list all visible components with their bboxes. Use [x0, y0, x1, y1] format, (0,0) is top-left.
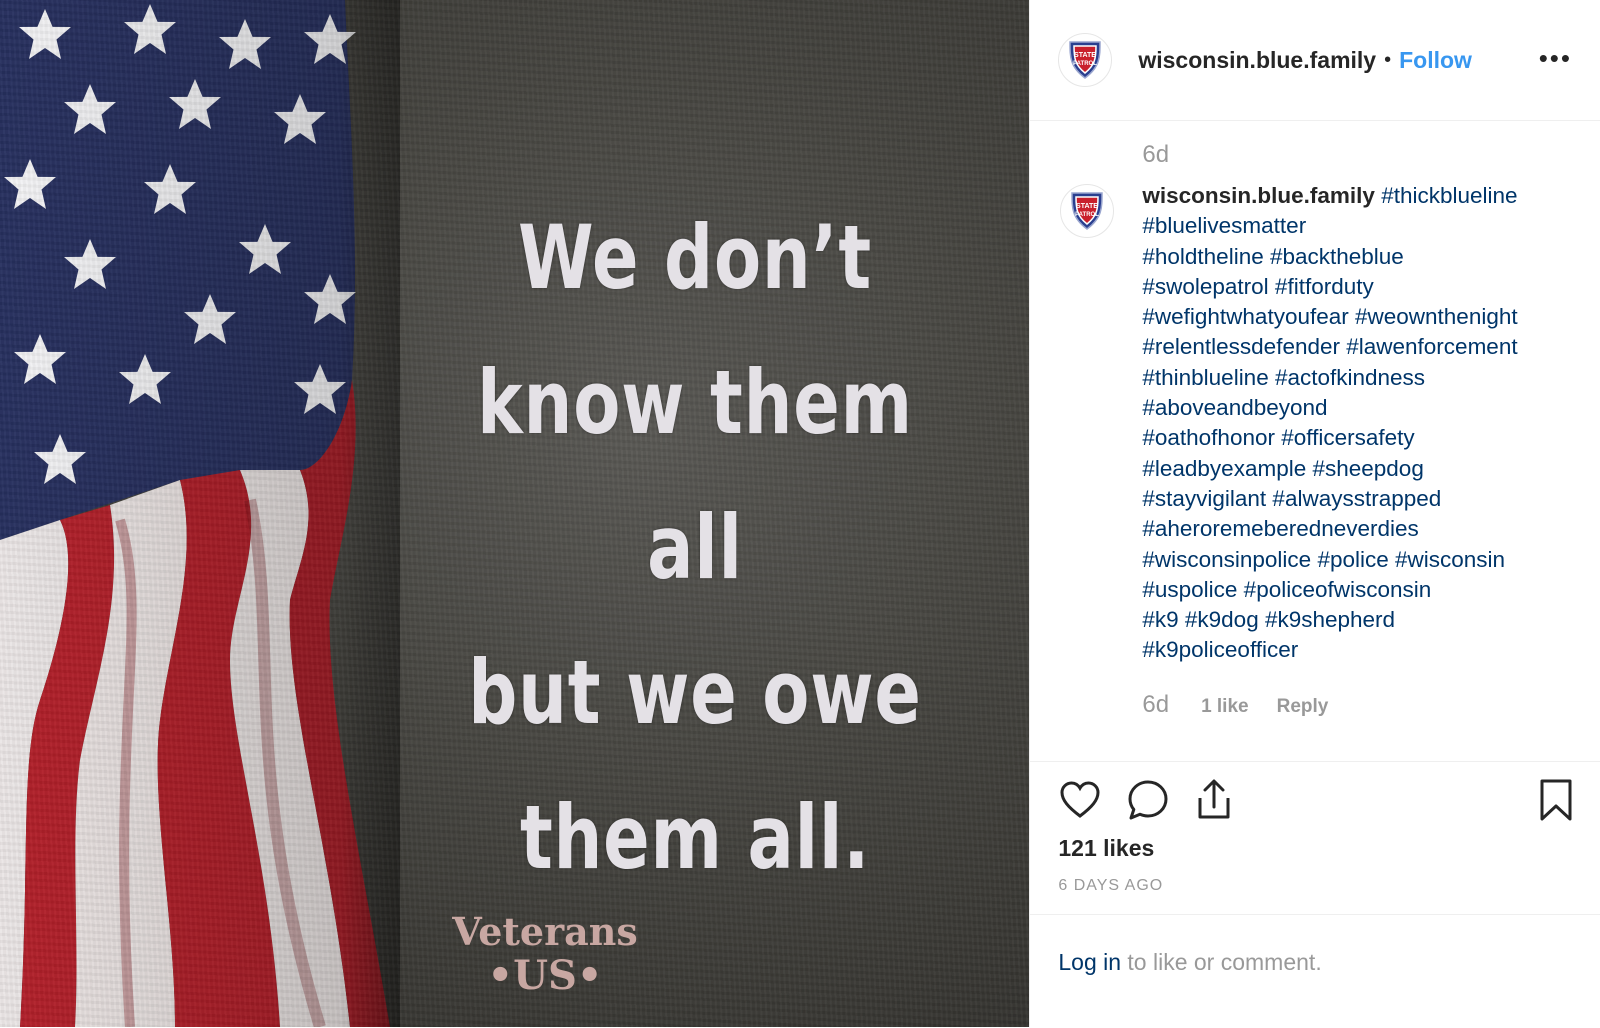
quote-line: but we owe	[468, 641, 922, 744]
login-prompt-rest: to like or comment.	[1121, 949, 1322, 975]
state-patrol-badge-icon: STATE PATROL	[1071, 192, 1104, 230]
post-header: STATE PATROL wisconsin.blue.family • Fol…	[1030, 0, 1600, 121]
quote-text: We don’t know them all but we owe them a…	[465, 185, 925, 910]
post-image[interactable]: We don’t know them all but we owe them a…	[0, 0, 1030, 1027]
hashtag-line[interactable]: #leadbyexample #sheepdog	[1142, 454, 1582, 484]
quote-line: know them all	[477, 351, 913, 599]
caption-timestamp: 6d	[1142, 691, 1170, 718]
hashtag-line[interactable]: #thinblueline #actofkindness	[1142, 363, 1582, 393]
veterans-us-logo: Veterans •US•	[440, 910, 650, 998]
hashtag-line[interactable]: #wefightwhatyoufear #weownthenight	[1142, 302, 1582, 332]
comment-icon[interactable]	[1126, 778, 1170, 827]
follow-button[interactable]: Follow	[1399, 47, 1472, 74]
american-flag-image	[0, 0, 400, 1027]
svg-text:PATROL: PATROL	[1075, 212, 1099, 218]
caption-meta: 6d 1 like Reply	[1142, 691, 1328, 719]
caption-like-count[interactable]: 1 like	[1201, 696, 1249, 718]
hashtag-line[interactable]: #k9 #k9dog #k9shepherd	[1142, 605, 1582, 635]
share-icon[interactable]	[1192, 778, 1236, 827]
like-count[interactable]: 121 likes	[1058, 835, 1154, 862]
caption-first-line: wisconsin.blue.family #thickblueline	[1142, 181, 1582, 211]
hashtag-line[interactable]: #bluelivesmatter	[1142, 211, 1582, 241]
hashtag-line[interactable]: #relentlessdefender #lawenforcement	[1142, 332, 1582, 362]
hashtag-line[interactable]: #aboveandbeyond	[1142, 393, 1582, 423]
quote-line: We don’t	[518, 206, 872, 309]
post-timestamp: 6 DAYS AGO	[1058, 877, 1164, 894]
svg-text:STATE: STATE	[1074, 52, 1096, 59]
quote-line: them all.	[519, 786, 871, 889]
heart-icon[interactable]	[1058, 778, 1102, 827]
login-link[interactable]: Log in	[1058, 949, 1121, 975]
comments-section: 6d STATE PATROL wisconsin.blue.family #t…	[1030, 121, 1600, 762]
logo-line: •US•	[487, 952, 603, 999]
hashtag-line[interactable]: #oathofhonor #officersafety	[1142, 423, 1582, 453]
hashtag-line[interactable]: #stayvigilant #alwaysstrapped	[1142, 484, 1582, 514]
hashtag-line[interactable]: #wisconsinpolice #police #wisconsin	[1142, 545, 1582, 575]
comment-timestamp: 6d	[1142, 141, 1170, 168]
post-caption: wisconsin.blue.family #thickblueline #bl…	[1142, 181, 1582, 666]
hashtag-line[interactable]: #swolepatrol #fitforduty	[1142, 272, 1582, 302]
username-link[interactable]: wisconsin.blue.family	[1138, 47, 1376, 74]
hashtag-line[interactable]: #aheroremeberedneverdies	[1142, 514, 1582, 544]
action-bar	[1058, 778, 1578, 822]
bookmark-icon[interactable]	[1534, 778, 1578, 827]
caption-username[interactable]: wisconsin.blue.family	[1142, 183, 1375, 208]
hashtag[interactable]: #thickblueline	[1381, 183, 1517, 208]
avatar[interactable]: STATE PATROL	[1060, 184, 1115, 238]
more-options-icon[interactable]: •••	[1539, 45, 1572, 71]
hashtag-line[interactable]: #uspolice #policeofwisconsin	[1142, 575, 1582, 605]
reply-button[interactable]: Reply	[1277, 696, 1329, 718]
svg-text:PATROL: PATROL	[1073, 61, 1097, 67]
instagram-post: We don’t know them all but we owe them a…	[0, 0, 1600, 1027]
login-prompt-text: Log in to like or comment.	[1058, 949, 1321, 976]
login-prompt: Log in to like or comment.	[1030, 914, 1600, 1028]
hashtag-line[interactable]: #holdtheline #backtheblue	[1142, 242, 1582, 272]
svg-text:STATE: STATE	[1076, 203, 1098, 210]
separator-dot: •	[1384, 48, 1392, 71]
logo-line: Veterans	[452, 909, 638, 954]
state-patrol-badge-icon: STATE PATROL	[1069, 41, 1102, 79]
hashtag-line[interactable]: #k9policeofficer	[1142, 635, 1582, 665]
avatar[interactable]: STATE PATROL	[1058, 33, 1113, 87]
post-sidebar: STATE PATROL wisconsin.blue.family • Fol…	[1029, 0, 1600, 1027]
